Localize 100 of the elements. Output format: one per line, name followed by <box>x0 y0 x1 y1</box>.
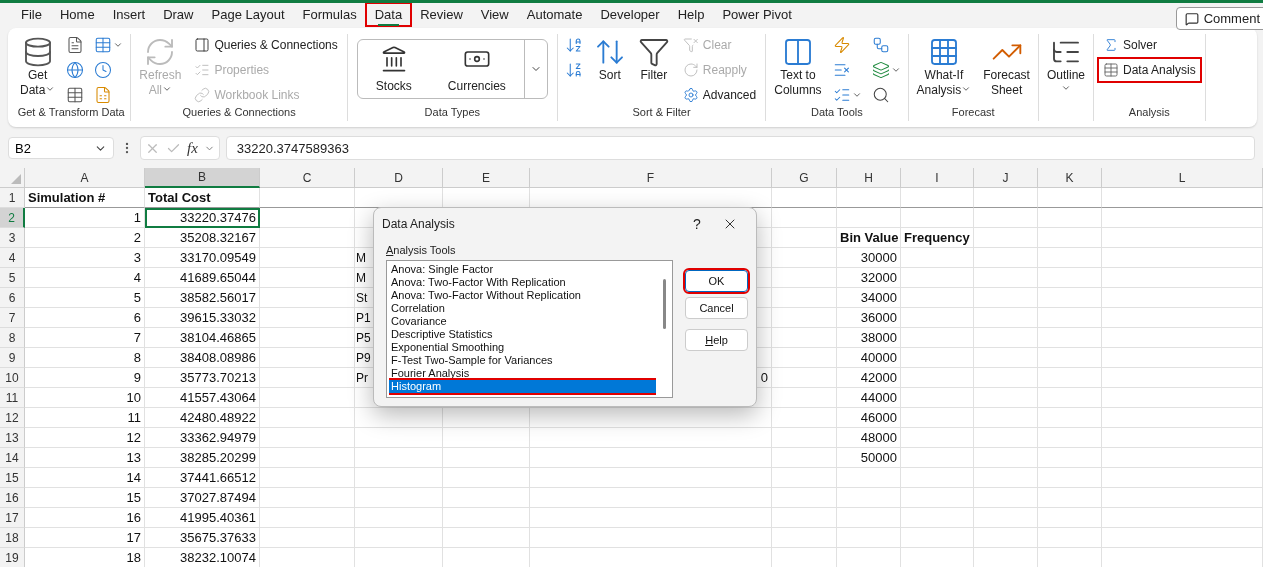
empty-cell <box>974 308 1038 328</box>
menu-tab[interactable]: Data <box>365 3 412 26</box>
table-cell: 15 <box>25 488 145 508</box>
empty-cell <box>974 468 1038 488</box>
ribbon-button[interactable]: Queries & Connections <box>190 34 342 56</box>
table-cell: 5 <box>25 288 145 308</box>
table-icon <box>94 36 113 54</box>
menu-tab[interactable]: Page Layout <box>202 3 294 26</box>
row-header[interactable]: 2 <box>0 208 25 228</box>
menu-tab[interactable]: Review <box>411 3 472 26</box>
funnel-icon <box>637 36 670 68</box>
empty-cell <box>1038 368 1102 388</box>
row-header[interactable]: 3 <box>0 228 25 248</box>
row-header[interactable]: 11 <box>0 388 25 408</box>
table-cell: 4 <box>25 268 145 288</box>
empty-cell <box>974 508 1038 528</box>
menu-tab[interactable]: View <box>471 3 518 26</box>
row-header[interactable]: 15 <box>0 468 25 488</box>
menu-tab[interactable]: File <box>12 3 51 26</box>
empty-cell <box>1038 348 1102 368</box>
row-header[interactable]: 8 <box>0 328 25 348</box>
table-cell: 33220.37476 <box>145 208 260 228</box>
row-header[interactable]: 17 <box>0 508 25 528</box>
empty-cell <box>974 268 1038 288</box>
reapply-icon <box>682 62 699 78</box>
row-header[interactable]: 7 <box>0 308 25 328</box>
ribbon-button[interactable]: Solver <box>1099 34 1200 56</box>
row-header[interactable]: 16 <box>0 488 25 508</box>
empty-cell <box>772 468 837 488</box>
dialog-title: Data Analysis <box>382 217 456 231</box>
empty-cell <box>1038 468 1102 488</box>
row-header[interactable]: 4 <box>0 248 25 268</box>
column-header[interactable]: F <box>530 168 772 188</box>
menu-tab[interactable]: Automate <box>517 3 592 26</box>
menu-tab[interactable]: Insert <box>103 3 155 26</box>
column-header[interactable]: C <box>260 168 355 188</box>
row-header[interactable]: 1 <box>0 188 25 208</box>
column-header[interactable]: D <box>355 168 443 188</box>
formula-input[interactable]: 33220.3747589363 <box>225 136 1255 160</box>
column-header[interactable]: I <box>901 168 974 188</box>
empty-cell <box>974 528 1038 548</box>
empty-cell <box>1038 248 1102 268</box>
help-button[interactable]: ? <box>682 216 712 232</box>
ribbon-button[interactable]: Advanced <box>678 84 761 106</box>
comments-button[interactable]: Comment <box>1175 7 1263 30</box>
column-header[interactable]: G <box>772 168 837 188</box>
row-header[interactable]: 5 <box>0 268 25 288</box>
row-header[interactable]: 10 <box>0 368 25 388</box>
empty-cell <box>1038 528 1102 548</box>
column-header[interactable]: B <box>145 168 260 188</box>
row-header[interactable]: 12 <box>0 408 25 428</box>
gallery-item[interactable]: Stocks <box>357 40 430 98</box>
table-icon <box>66 86 85 104</box>
empty-cell <box>837 188 901 208</box>
column-header[interactable]: E <box>443 168 530 188</box>
ribbon-button[interactable]: Sort <box>590 34 629 85</box>
empty-cell <box>1038 188 1102 208</box>
group-title: Data Tools <box>811 106 863 120</box>
row-header[interactable]: 19 <box>0 548 25 567</box>
name-box[interactable]: B2 <box>8 137 114 159</box>
column-header[interactable]: K <box>1038 168 1102 188</box>
menu-tab[interactable]: Developer <box>591 3 669 26</box>
empty-cell <box>1038 228 1102 248</box>
insert-function-button[interactable]: fx <box>187 139 198 157</box>
menu-tab[interactable]: Formulas <box>293 3 366 26</box>
dialog-button[interactable]: Cancel <box>685 297 748 319</box>
group-title: Analysis <box>1128 106 1170 120</box>
scrollbar-thumb[interactable] <box>662 279 666 329</box>
menu-tab[interactable]: Home <box>50 3 104 26</box>
column-header[interactable]: A <box>25 168 145 188</box>
ribbon-button[interactable]: Outline <box>1043 34 1088 95</box>
search-icon <box>871 86 890 104</box>
ribbon-button[interactable]: Text to Columns <box>771 34 825 100</box>
empty-cell <box>1038 268 1102 288</box>
ribbon-button[interactable]: Get Data <box>17 34 59 100</box>
ribbon-button[interactable]: Data Analysis <box>1099 59 1200 81</box>
dialog-button[interactable]: Help <box>685 329 748 351</box>
row-header[interactable]: 13 <box>0 428 25 448</box>
dialog-button[interactable]: OK <box>685 270 748 292</box>
gallery-item[interactable]: Currencies <box>429 40 524 98</box>
list-item[interactable]: Histogram <box>389 380 656 393</box>
menu-tab[interactable]: Draw <box>154 3 203 26</box>
menu-tab[interactable]: Power Pivot <box>713 3 801 26</box>
row-header[interactable]: 18 <box>0 528 25 548</box>
menu-tab[interactable]: Help <box>668 3 714 26</box>
ribbon-button[interactable]: Forecast Sheet <box>980 34 1033 100</box>
column-header[interactable]: J <box>974 168 1038 188</box>
row-header[interactable]: 9 <box>0 348 25 368</box>
table-cell: 11 <box>25 408 145 428</box>
row-header[interactable]: 6 <box>0 288 25 308</box>
empty-cell <box>1038 448 1102 468</box>
column-header[interactable]: H <box>837 168 901 188</box>
ribbon-button[interactable]: What-If Analysis <box>913 34 975 100</box>
ribbon-button[interactable]: Filter <box>634 34 673 85</box>
table-cell: 12 <box>25 428 145 448</box>
row-header[interactable]: 14 <box>0 448 25 468</box>
document-icon <box>66 36 85 54</box>
table-cell: 1 <box>25 208 145 228</box>
table-cell: 38000 <box>837 328 901 348</box>
column-header[interactable]: L <box>1102 168 1263 188</box>
